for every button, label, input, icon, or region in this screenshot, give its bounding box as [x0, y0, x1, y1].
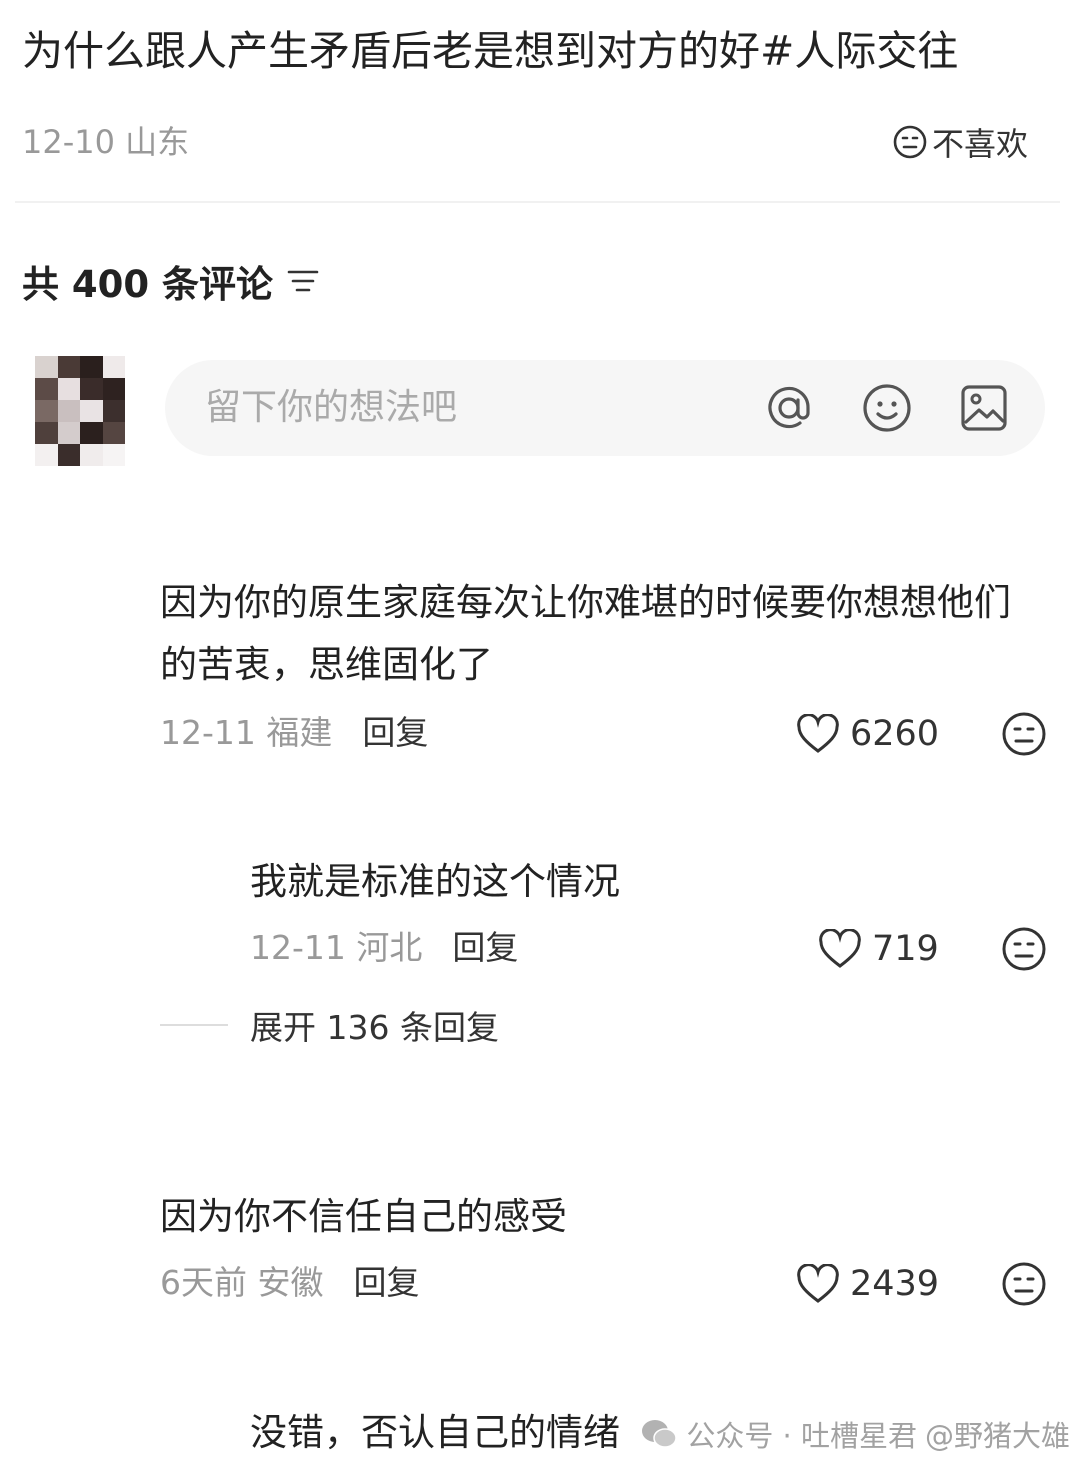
like-count: 2439 [850, 1264, 940, 1304]
post-title-text: 为什么跟人产生矛盾后老是想到对方的好 [22, 27, 760, 75]
topic-tag[interactable]: #人际交往 [760, 27, 958, 75]
post-meta: 12-10 山东 [22, 118, 189, 166]
comment-input[interactable] [205, 360, 705, 456]
reply-button[interactable]: 回复 [362, 708, 428, 758]
comment-input-box[interactable] [165, 360, 1045, 456]
comment-count-header: 共 400 条评论 [22, 254, 319, 308]
watermark: 公众号 · 吐槽星君 @野猪大雄 [640, 1404, 1070, 1464]
reply-button[interactable]: 回复 [452, 923, 518, 973]
divider [15, 201, 1060, 203]
watermark-handle: @野猪大雄 [924, 1419, 1070, 1453]
comment-meta: 6天前 安徽 回复 [160, 1258, 420, 1308]
comment-date-location: 12-11 福建 [160, 713, 333, 752]
emoji-icon[interactable] [861, 382, 913, 434]
avatar[interactable] [35, 356, 125, 466]
expand-replies-button[interactable]: 展开 136 条回复 [160, 1000, 499, 1050]
post-dislike-button[interactable]: 不喜欢 [892, 118, 1028, 166]
neutral-face-icon [1002, 712, 1046, 756]
neutral-face-icon [893, 125, 927, 159]
image-icon[interactable] [958, 382, 1010, 434]
like-button[interactable]: 6260 [796, 709, 939, 759]
comment-meta: 12-11 福建 回复 [160, 708, 428, 758]
expand-divider [160, 1024, 228, 1026]
comment-count: 共 400 条评论 [22, 263, 273, 306]
neutral-face-icon [1002, 1262, 1046, 1306]
like-count: 719 [872, 929, 939, 969]
dislike-button[interactable] [1001, 711, 1047, 757]
like-button[interactable]: 719 [818, 924, 939, 974]
post-date: 12-10 [22, 123, 115, 161]
dislike-button[interactable] [1001, 1261, 1047, 1307]
like-count: 6260 [850, 714, 940, 754]
neutral-face-icon [1002, 927, 1046, 971]
comment-page: 为什么跟人产生矛盾后老是想到对方的好#人际交往 12-10 山东 不喜欢 共 4… [0, 0, 1080, 1470]
at-icon[interactable] [763, 382, 815, 434]
reply-meta: 12-11 河北 回复 [250, 923, 518, 973]
dislike-button[interactable] [1001, 926, 1047, 972]
dislike-label: 不喜欢 [931, 125, 1028, 163]
sort-icon[interactable] [287, 267, 319, 295]
watermark-text: 公众号 · 吐槽星君 [686, 1419, 917, 1453]
post-location: 山东 [125, 123, 190, 161]
comment-text: 因为你不信任自己的感受 [160, 1195, 567, 1238]
expand-replies-label: 展开 136 条回复 [250, 1008, 499, 1047]
reply-text: 我就是标准的这个情况 [250, 860, 620, 903]
reply-date-location: 12-11 河北 [250, 928, 423, 967]
reply-button[interactable]: 回复 [354, 1258, 420, 1308]
heart-icon [797, 1264, 839, 1303]
like-button[interactable]: 2439 [796, 1259, 939, 1309]
comment-text: 因为你的原生家庭每次让你难堪的时候要你想想他们的苦衷，思维固化了 [160, 581, 1011, 686]
wechat-icon [642, 1420, 678, 1448]
post-title: 为什么跟人产生矛盾后老是想到对方的好#人际交往 [22, 18, 1062, 84]
heart-icon [797, 714, 839, 753]
comment-date-location: 6天前 安徽 [160, 1263, 324, 1302]
heart-icon [819, 929, 861, 968]
